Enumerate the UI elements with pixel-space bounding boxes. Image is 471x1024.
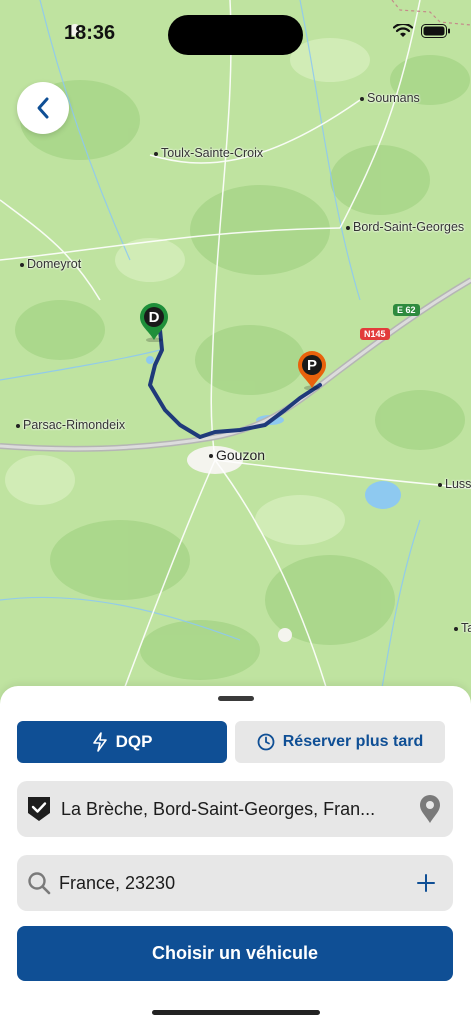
reserve-later-label: Réserver plus tard (282, 733, 424, 750)
chevron-left-icon (37, 97, 49, 119)
map-place-parsac: Parsac-Rimondeix (16, 418, 125, 432)
status-time: 18:36 (64, 22, 116, 44)
map-place-bord-saint-georges: Bord-Saint-Georges (346, 220, 464, 234)
destination-field[interactable]: France, 23230 (17, 855, 453, 911)
map-place-luss: Luss (438, 477, 471, 491)
road-shield-e62: E 62 (393, 304, 420, 316)
dynamic-island (168, 15, 303, 55)
lightning-icon (92, 732, 107, 752)
choose-vehicle-label: Choisir un véhicule (151, 943, 319, 963)
map-canvas (0, 0, 471, 700)
parking-marker-letter: P (306, 357, 317, 374)
map-view[interactable]: Soumans Toulx-Sainte-Croix Bord-Saint-Ge… (0, 0, 471, 700)
origin-field-value: La Brèche, Bord-Saint-Georges, Fran... (61, 798, 376, 819)
battery-icon (421, 24, 450, 38)
wifi-icon (393, 24, 413, 37)
origin-field[interactable]: La Brèche, Bord-Saint-Georges, Fran... (17, 781, 453, 837)
choose-vehicle-button[interactable]: Choisir un véhicule (17, 926, 453, 981)
map-place-ta: Ta (454, 621, 471, 635)
status-bar: 18:36 (0, 0, 471, 60)
plus-icon[interactable] (416, 873, 436, 893)
back-button[interactable] (17, 82, 69, 134)
search-icon (28, 872, 51, 895)
dqp-button-label: DQP (115, 732, 153, 751)
map-place-domeyrot: Domeyrot (20, 257, 81, 271)
shield-check-icon (28, 797, 50, 821)
clock-icon (257, 733, 275, 751)
map-place-gouzon: Gouzon (209, 447, 265, 463)
map-place-toulx: Toulx-Sainte-Croix (154, 146, 263, 160)
departure-marker-letter: D (148, 309, 160, 326)
map-place-soumans: Soumans (360, 91, 420, 105)
location-pin-icon[interactable] (419, 794, 441, 824)
parking-marker[interactable]: P (296, 350, 328, 390)
dqp-button[interactable]: DQP (17, 721, 227, 763)
destination-field-value: France, 23230 (59, 872, 176, 893)
reserve-later-button[interactable]: Réserver plus tard (235, 721, 445, 763)
departure-marker[interactable]: D (138, 302, 170, 342)
road-shield-n145: N145 (360, 328, 390, 340)
home-indicator[interactable] (152, 1010, 320, 1015)
bottom-sheet: DQP Réserver plus tard La Brèche, Bord-S… (0, 686, 471, 1024)
sheet-grabber[interactable] (218, 696, 254, 701)
